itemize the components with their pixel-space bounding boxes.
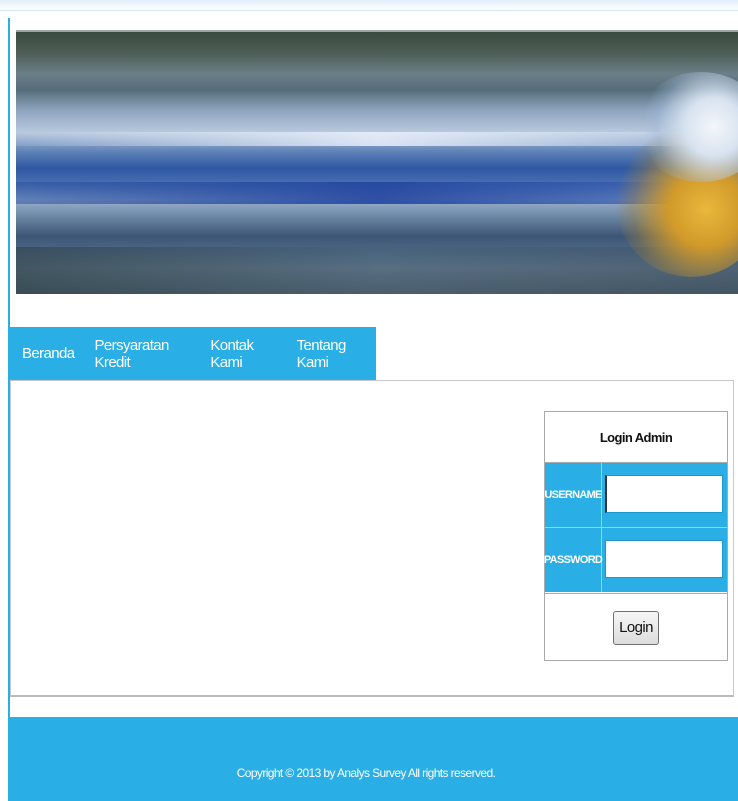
- top-bar: [0, 0, 738, 11]
- login-button[interactable]: Login: [613, 610, 659, 645]
- copyright-text: Copyright © 2013 by Analys Survey All ri…: [236, 766, 496, 780]
- password-input[interactable]: [605, 540, 723, 578]
- main-nav: Beranda Persyaratan Kredit Kontak Kami T…: [10, 327, 376, 380]
- login-button-row: Login: [545, 593, 727, 661]
- header-banner-image: [16, 30, 738, 294]
- username-label: USERNAME: [544, 463, 602, 527]
- footer: Copyright © 2013 by Analys Survey All ri…: [10, 717, 738, 801]
- password-label: PASSWORD: [544, 528, 603, 592]
- username-input[interactable]: [605, 475, 723, 513]
- nav-item-persyaratan-kredit[interactable]: Persyaratan Kredit: [95, 337, 191, 371]
- login-title: Login Admin: [545, 412, 727, 463]
- username-row: USERNAME: [544, 463, 727, 528]
- nav-item-kontak-kami[interactable]: Kontak Kami: [210, 337, 276, 371]
- password-row: PASSWORD: [544, 528, 727, 592]
- login-admin-panel: Login Admin USERNAME PASSWORD Login: [544, 411, 728, 661]
- nav-item-tentang-kami[interactable]: Tentang Kami: [297, 337, 368, 371]
- nav-item-beranda[interactable]: Beranda: [22, 345, 75, 362]
